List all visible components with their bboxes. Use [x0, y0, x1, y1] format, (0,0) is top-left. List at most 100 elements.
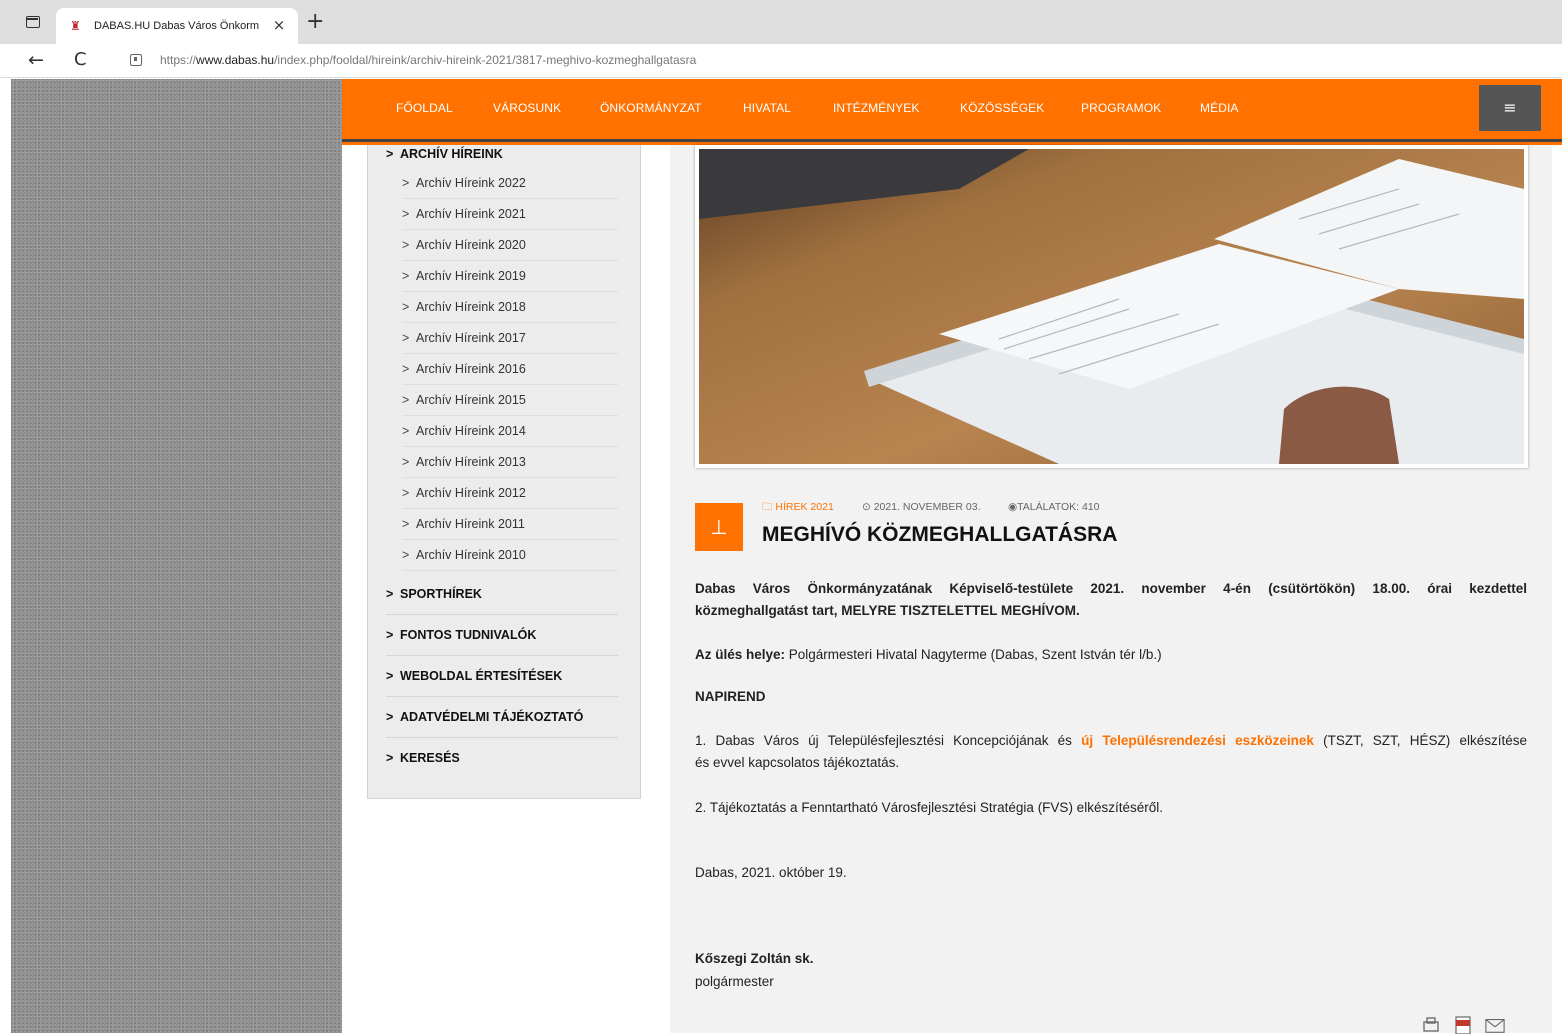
sidebar-subitem-label: Archív Híreink 2013 — [416, 455, 526, 469]
sidebar-subitem-2021[interactable]: > Archív Híreink 2021 — [402, 199, 618, 230]
sidebar-item-archiv-hireink[interactable]: > ARCHÍV HÍREINK — [386, 139, 618, 170]
meeting-location-value: Polgármesteri Hivatal Nagyterme (Dabas, … — [785, 647, 1162, 662]
sidebar-subitem-2013[interactable]: > Archív Híreink 2013 — [402, 447, 618, 478]
article-category-label: HÍREK 2021 — [775, 501, 834, 513]
folder-icon: 🗀 — [762, 501, 776, 513]
site-favicon-icon: ♜ — [70, 19, 81, 33]
meeting-location: Az ülés helye: Polgármesteri Hivatal Nag… — [695, 644, 1527, 666]
place-date: Dabas, 2021. október 19. — [695, 865, 847, 880]
signer-name: Kőszegi Zoltán sk. — [695, 951, 814, 966]
article-hits: ◉TALÁLATOK: 410 — [1008, 500, 1099, 514]
sidebar-item-label: ARCHÍV HÍREINK — [400, 147, 503, 161]
agenda-heading: NAPIREND — [695, 689, 766, 704]
sidebar-subitem-2010[interactable]: > Archív Híreink 2010 — [402, 540, 618, 571]
clock-icon: ⊙ — [862, 501, 874, 513]
sidebar-subitem-2016[interactable]: > Archív Híreink 2016 — [402, 354, 618, 385]
article-intro-line1: Dabas Város Önkormányzatának Képviselő-t… — [695, 581, 1527, 596]
back-button[interactable]: ← — [28, 49, 44, 71]
meeting-location-label: Az ülés helye: — [695, 647, 786, 662]
sidebar-subitem-2018[interactable]: > Archív Híreink 2018 — [402, 292, 618, 323]
sidebar-item-weboldal-ertesitesek[interactable]: > WEBOLDAL ÉRTESÍTÉSEK — [386, 656, 618, 697]
sidebar-subitem-label: Archív Híreink 2011 — [416, 517, 525, 531]
chevron-right-icon: > — [402, 455, 410, 469]
reload-button[interactable]: C — [74, 49, 87, 71]
sidebar-subitem-label: Archív Híreink 2021 — [416, 207, 526, 221]
agenda-item-1-line2: és evvel kapcsolatos tájékoztatás. — [695, 755, 900, 770]
tab-close-icon[interactable]: × — [270, 16, 288, 34]
chevron-right-icon: > — [402, 238, 410, 252]
sidebar-subitem-2012[interactable]: > Archív Híreink 2012 — [402, 478, 618, 509]
sidebar-subitem-label: Archív Híreink 2012 — [416, 486, 526, 500]
nav-item-intezmenyek[interactable]: INTÉZMÉNYEK — [833, 100, 919, 116]
pin-icon: ⊥ — [695, 503, 743, 551]
chevron-right-icon: > — [402, 393, 410, 407]
article-title: MEGHÍVÓ KÖZMEGHALLGATÁSRA — [762, 523, 1118, 546]
nav-item-programok[interactable]: PROGRAMOK — [1081, 100, 1161, 116]
article-category[interactable]: 🗀 HÍREK 2021 — [762, 500, 834, 514]
chevron-right-icon: > — [402, 424, 410, 438]
sidebar-subitem-2020[interactable]: > Archív Híreink 2020 — [402, 230, 618, 261]
sidebar-subitem-2011[interactable]: > Archív Híreink 2011 — [402, 509, 618, 540]
chevron-right-icon: > — [402, 269, 410, 283]
nav-item-hivatal[interactable]: HIVATAL — [743, 100, 791, 116]
url-field[interactable]: https://www.dabas.hu/index.php/fooldal/h… — [160, 52, 696, 68]
sidebar-item-fontos-tudnivalok[interactable]: > FONTOS TUDNIVALÓK — [386, 615, 618, 656]
article-hits-label: TALÁLATOK: 410 — [1017, 501, 1100, 513]
sidebar-subitem-label: Archív Híreink 2020 — [416, 238, 526, 252]
sidebar-subitem-2019[interactable]: > Archív Híreink 2019 — [402, 261, 618, 292]
page-edge — [0, 79, 11, 1033]
article-date-label: 2021. NOVEMBER 03. — [873, 501, 981, 513]
sidebar-subitem-label: Archív Híreink 2018 — [416, 300, 526, 314]
sidebar-subitem-2017[interactable]: > Archív Híreink 2017 — [402, 323, 618, 354]
sidebar-item-sporthirek[interactable]: > SPORTHÍREK — [386, 574, 618, 615]
tab-actions-icon[interactable] — [26, 16, 40, 28]
chevron-right-icon: > — [386, 751, 394, 765]
sidebar-item-kereses[interactable]: > KERESÉS — [386, 738, 618, 779]
sidebar-subitem-label: Archív Híreink 2016 — [416, 362, 526, 376]
signer-title: polgármester — [695, 974, 774, 989]
telepulesrendezesi-link[interactable]: új Településrendezési eszközeinek — [1081, 733, 1314, 748]
sidebar-item-label: SPORTHÍREK — [400, 587, 482, 601]
sidebar-subitem-label: Archív Híreink 2022 — [416, 176, 526, 190]
pdf-icon[interactable] — [1453, 1016, 1473, 1034]
sidebar-subitem-label: Archív Híreink 2017 — [416, 331, 526, 345]
sidebar-subitem-2022[interactable]: > Archív Híreink 2022 — [402, 168, 618, 199]
hamburger-menu-icon[interactable]: ≡ — [1479, 85, 1541, 131]
chevron-right-icon: > — [386, 710, 394, 724]
browser-tab[interactable]: ♜ DABAS.HU Dabas Város Önkorm × — [56, 8, 298, 44]
url-host: www.dabas.hu — [196, 53, 275, 67]
article-date: ⊙ 2021. NOVEMBER 03. — [862, 500, 981, 514]
agenda-item-1-text: 1. Dabas Város új Településfejlesztési K… — [695, 733, 1082, 748]
chevron-right-icon: > — [402, 300, 410, 314]
article-image — [695, 145, 1528, 468]
nav-item-kozossegek[interactable]: KÖZÖSSÉGEK — [960, 100, 1044, 116]
new-tab-button[interactable]: + — [306, 11, 324, 33]
nav-item-varosunk[interactable]: VÁROSUNK — [493, 100, 561, 116]
sidebar-subitem-2014[interactable]: > Archív Híreink 2014 — [402, 416, 618, 447]
chevron-right-icon: > — [402, 207, 410, 221]
browser-tab-bar: ♜ DABAS.HU Dabas Város Önkorm × + — [0, 0, 1562, 44]
chevron-right-icon: > — [386, 669, 394, 683]
chevron-right-icon: > — [402, 362, 410, 376]
chevron-right-icon: > — [402, 176, 410, 190]
sidebar-subitem-label: Archív Híreink 2010 — [416, 548, 526, 562]
eye-icon: ◉ — [1008, 501, 1018, 513]
url-scheme: https:// — [160, 53, 197, 67]
nav-item-fooldal[interactable]: FŐOLDAL — [396, 100, 453, 116]
email-icon[interactable] — [1485, 1016, 1505, 1034]
sidebar-item-label: KERESÉS — [400, 751, 460, 765]
agenda-item-1-text-end: (TSZT, SZT, HÉSZ) elkészítése — [1313, 733, 1527, 748]
print-icon[interactable] — [1421, 1016, 1441, 1034]
chevron-right-icon: > — [402, 331, 410, 345]
chevron-right-icon: > — [386, 587, 394, 601]
agenda-item-1: 1. Dabas Város új Településfejlesztési K… — [695, 730, 1527, 752]
sidebar-menu: > ARCHÍV HÍREINK > Archív Híreink 2022 > Ar… — [367, 145, 641, 799]
site-info-icon[interactable] — [130, 54, 142, 66]
chevron-right-icon: > — [402, 548, 410, 562]
article-actions — [1421, 1014, 1513, 1034]
sidebar-item-adatvedelmi-tajekoztato[interactable]: > ADATVÉDELMI TÁJÉKOZTATÓ — [386, 697, 618, 738]
nav-item-onkormanyzat[interactable]: ÖNKORMÁNYZAT — [600, 100, 702, 116]
sidebar-subitem-2015[interactable]: > Archív Híreink 2015 — [402, 385, 618, 416]
page-background-texture — [0, 79, 342, 1033]
nav-item-media[interactable]: MÉDIA — [1200, 100, 1239, 116]
